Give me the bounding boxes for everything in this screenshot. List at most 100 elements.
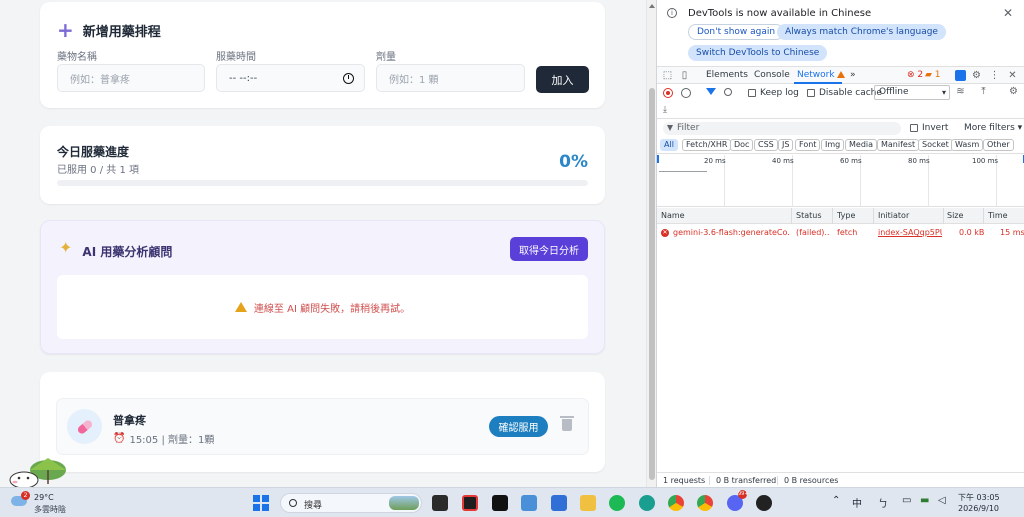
- more-tabs-icon[interactable]: »: [850, 70, 856, 80]
- column-name[interactable]: Name: [661, 211, 685, 220]
- column-divider[interactable]: [983, 208, 984, 224]
- battery-icon[interactable]: ▬: [920, 495, 929, 506]
- request-initiator-link[interactable]: index-SAQqp5PU: [878, 228, 942, 237]
- type-chip-manifest[interactable]: Manifest: [877, 139, 920, 151]
- time-input[interactable]: -- --:--: [216, 64, 365, 92]
- close-icon[interactable]: ✕: [1003, 6, 1013, 20]
- type-chip-js[interactable]: JS: [778, 139, 794, 151]
- column-type[interactable]: Type: [837, 211, 855, 220]
- type-chip-fetch-xhr[interactable]: Fetch/XHR: [682, 139, 732, 151]
- column-initiator[interactable]: Initiator: [878, 211, 909, 220]
- column-size[interactable]: Size: [947, 211, 963, 220]
- kebab-menu-icon[interactable]: ⋮: [989, 70, 1000, 81]
- type-chip-media[interactable]: Media: [845, 139, 878, 151]
- task-view-icon[interactable]: [432, 495, 448, 511]
- ime-indicator[interactable]: 中: [852, 495, 862, 510]
- close-devtools-icon[interactable]: ✕: [1007, 70, 1018, 81]
- medicine-name-input[interactable]: 例如：普拿疼: [57, 64, 205, 92]
- device-toolbar-icon[interactable]: ▯: [679, 70, 690, 81]
- devtools-tab-bar: ⬚ ▯ Elements Console Network » ⊗ 2 ▰ 1 ⚙…: [657, 66, 1024, 84]
- clock-icon[interactable]: [343, 73, 354, 84]
- spotify-icon[interactable]: [609, 495, 625, 511]
- column-divider[interactable]: [873, 208, 874, 224]
- weather-description[interactable]: 多雲時陰: [34, 504, 66, 515]
- chrome-icon[interactable]: [668, 495, 684, 511]
- clear-icon[interactable]: [681, 88, 691, 98]
- tab-network[interactable]: Network: [797, 70, 845, 80]
- type-chip-wasm[interactable]: Wasm: [951, 139, 984, 151]
- keep-log-checkbox[interactable]: [748, 89, 756, 97]
- column-divider[interactable]: [791, 208, 792, 224]
- photos-icon[interactable]: [521, 495, 537, 511]
- timeline-handle-left[interactable]: [657, 155, 659, 163]
- tab-elements[interactable]: Elements: [706, 70, 748, 80]
- timeline-tick: 20 ms: [704, 157, 726, 165]
- type-chip-doc[interactable]: Doc: [730, 139, 754, 151]
- taskbar-time[interactable]: 下午 03:05: [958, 492, 1000, 503]
- progress-card: 今日服藥進度 已服用 0 / 共 1 項 0%: [40, 126, 605, 204]
- type-chip-img[interactable]: Img: [821, 139, 845, 151]
- type-chip-socket[interactable]: Socket: [918, 139, 953, 151]
- terminal-icon[interactable]: [551, 495, 567, 511]
- type-chip-all[interactable]: All: [660, 139, 678, 151]
- chrome-profile-icon[interactable]: [697, 495, 713, 511]
- error-count-badge[interactable]: ⊗ 2: [907, 70, 923, 80]
- more-filters-dropdown[interactable]: More filters ▾: [964, 123, 1022, 133]
- invert-label: Invert: [922, 123, 949, 133]
- confirm-taken-button[interactable]: 確認服用: [489, 416, 548, 437]
- jetbrains-icon[interactable]: [462, 495, 478, 511]
- throttling-select[interactable]: Offline: [874, 85, 950, 100]
- disable-cache-checkbox[interactable]: [807, 89, 815, 97]
- alarm-clock-icon: ⏰: [113, 433, 126, 444]
- get-analysis-button[interactable]: 取得今日分析: [510, 237, 588, 261]
- windows-start-icon[interactable]: [253, 495, 269, 511]
- edge-icon[interactable]: [639, 495, 655, 511]
- upload-icon[interactable]: ⤒: [978, 86, 989, 97]
- warning-count-badge[interactable]: ▰ 1: [925, 70, 941, 80]
- search-icon[interactable]: [724, 88, 732, 96]
- record-icon[interactable]: [663, 88, 673, 98]
- taskbar-search[interactable]: 搜尋: [280, 493, 422, 513]
- column-time[interactable]: Time: [988, 211, 1008, 220]
- match-language-button[interactable]: Always match Chrome's language: [777, 24, 946, 40]
- download-icon[interactable]: ⤓: [663, 105, 667, 115]
- github-icon[interactable]: [756, 495, 772, 511]
- scroll-thumb[interactable]: [649, 88, 655, 480]
- file-explorer-icon[interactable]: [580, 495, 596, 511]
- add-button[interactable]: 加入: [536, 66, 589, 93]
- scroll-up-arrow-icon[interactable]: [649, 4, 655, 8]
- type-chip-other[interactable]: Other: [983, 139, 1014, 151]
- ide-icon[interactable]: [492, 495, 508, 511]
- column-divider[interactable]: [832, 208, 833, 224]
- network-toolbar: Keep log Disable cache Offline ≋ ⤒ ⚙ ⤓: [657, 85, 1024, 119]
- volume-icon[interactable]: ◁: [938, 495, 946, 506]
- page-scrollbar[interactable]: [646, 0, 656, 487]
- filter-input[interactable]: Filter: [663, 122, 901, 135]
- switch-to-chinese-button[interactable]: Switch DevTools to Chinese: [688, 45, 828, 61]
- column-divider[interactable]: [943, 208, 944, 224]
- type-chip-css[interactable]: CSS: [754, 139, 778, 151]
- column-status[interactable]: Status: [796, 211, 822, 220]
- taskbar-date[interactable]: 2026/9/10: [958, 504, 999, 513]
- dont-show-again-button[interactable]: Don't show again: [688, 24, 785, 40]
- type-chip-font[interactable]: Font: [795, 139, 821, 151]
- invert-checkbox[interactable]: [910, 124, 918, 132]
- tray-chevron-up-icon[interactable]: ⌃: [832, 495, 840, 506]
- ai-assistant-icon[interactable]: [955, 70, 966, 81]
- network-timeline[interactable]: 20 ms 40 ms 60 ms 80 ms 100 ms: [657, 155, 1024, 207]
- filter-icon[interactable]: [706, 88, 716, 95]
- request-count: 1 requests: [663, 476, 706, 485]
- trash-icon[interactable]: [560, 416, 574, 431]
- weather-temperature[interactable]: 29°C: [34, 493, 54, 502]
- ime-mode-icon[interactable]: ㄅ: [878, 495, 888, 510]
- inspect-icon[interactable]: ⬚: [662, 70, 673, 81]
- tab-console[interactable]: Console: [754, 70, 790, 80]
- network-settings-icon[interactable]: ⚙: [1008, 86, 1019, 97]
- gear-icon[interactable]: ⚙: [971, 70, 982, 81]
- table-row[interactable]: ✕ gemini-3.6-flash:generateCo... (failed…: [657, 225, 1024, 241]
- display-icon[interactable]: ▭: [902, 495, 911, 506]
- wifi-icon[interactable]: ≋: [955, 86, 966, 97]
- request-name[interactable]: gemini-3.6-flash:generateCo...: [673, 228, 789, 237]
- dose-input[interactable]: 例如：1 顆: [376, 64, 525, 92]
- search-icon: [289, 499, 297, 507]
